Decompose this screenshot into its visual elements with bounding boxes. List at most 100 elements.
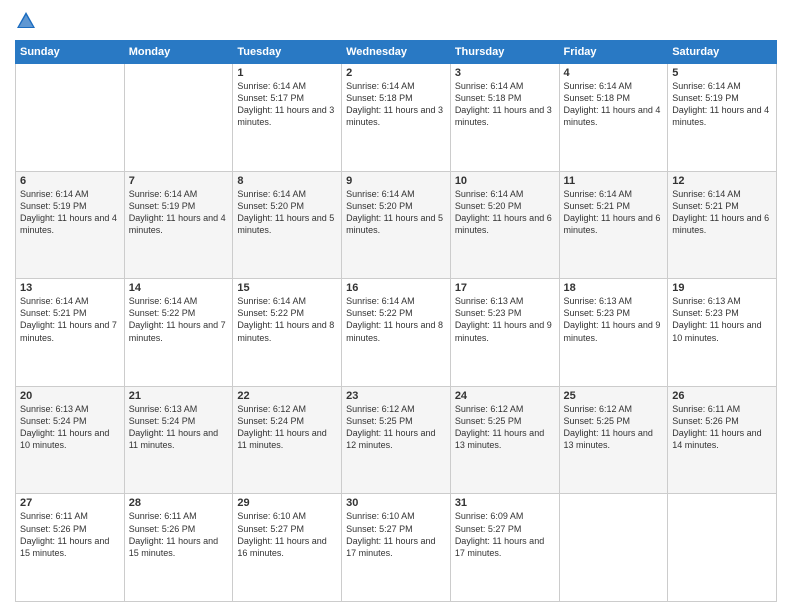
cell-info: Daylight: 11 hours and 5 minutes.: [346, 212, 446, 236]
calendar-cell: 31Sunrise: 6:09 AMSunset: 5:27 PMDayligh…: [450, 494, 559, 602]
cell-info: Sunrise: 6:14 AM: [455, 80, 555, 92]
col-wednesday: Wednesday: [342, 41, 451, 64]
cell-info: Daylight: 11 hours and 4 minutes.: [672, 104, 772, 128]
cell-info: Sunset: 5:26 PM: [20, 523, 120, 535]
col-tuesday: Tuesday: [233, 41, 342, 64]
calendar-cell: 10Sunrise: 6:14 AMSunset: 5:20 PMDayligh…: [450, 171, 559, 279]
cell-info: Daylight: 11 hours and 6 minutes.: [672, 212, 772, 236]
cell-info: Sunset: 5:19 PM: [20, 200, 120, 212]
cell-info: Sunset: 5:21 PM: [672, 200, 772, 212]
cell-info: Sunset: 5:25 PM: [455, 415, 555, 427]
cell-info: Daylight: 11 hours and 9 minutes.: [455, 319, 555, 343]
cell-info: Sunset: 5:23 PM: [455, 307, 555, 319]
cell-info: Sunrise: 6:13 AM: [20, 403, 120, 415]
calendar-cell: 22Sunrise: 6:12 AMSunset: 5:24 PMDayligh…: [233, 386, 342, 494]
calendar-cell: 18Sunrise: 6:13 AMSunset: 5:23 PMDayligh…: [559, 279, 668, 387]
cell-info: Sunrise: 6:12 AM: [564, 403, 664, 415]
calendar-cell: 15Sunrise: 6:14 AMSunset: 5:22 PMDayligh…: [233, 279, 342, 387]
day-number: 21: [129, 390, 229, 402]
cell-info: Sunrise: 6:14 AM: [237, 80, 337, 92]
calendar-cell: [124, 64, 233, 172]
calendar-cell: 16Sunrise: 6:14 AMSunset: 5:22 PMDayligh…: [342, 279, 451, 387]
day-number: 22: [237, 390, 337, 402]
cell-info: Daylight: 11 hours and 17 minutes.: [346, 535, 446, 559]
cell-info: Daylight: 11 hours and 4 minutes.: [129, 212, 229, 236]
day-number: 17: [455, 282, 555, 294]
cell-info: Sunset: 5:24 PM: [237, 415, 337, 427]
cell-info: Sunset: 5:18 PM: [346, 92, 446, 104]
cell-info: Sunrise: 6:13 AM: [455, 295, 555, 307]
calendar-cell: 7Sunrise: 6:14 AMSunset: 5:19 PMDaylight…: [124, 171, 233, 279]
cell-info: Sunrise: 6:10 AM: [346, 510, 446, 522]
cell-info: Sunrise: 6:14 AM: [237, 295, 337, 307]
cell-info: Sunset: 5:23 PM: [564, 307, 664, 319]
cell-info: Sunset: 5:22 PM: [129, 307, 229, 319]
calendar-cell: 12Sunrise: 6:14 AMSunset: 5:21 PMDayligh…: [668, 171, 777, 279]
cell-info: Daylight: 11 hours and 6 minutes.: [564, 212, 664, 236]
calendar-cell: 21Sunrise: 6:13 AMSunset: 5:24 PMDayligh…: [124, 386, 233, 494]
calendar-cell: 28Sunrise: 6:11 AMSunset: 5:26 PMDayligh…: [124, 494, 233, 602]
day-number: 4: [564, 67, 664, 79]
calendar-cell: 3Sunrise: 6:14 AMSunset: 5:18 PMDaylight…: [450, 64, 559, 172]
day-number: 31: [455, 497, 555, 509]
calendar-header-row: Sunday Monday Tuesday Wednesday Thursday…: [16, 41, 777, 64]
calendar-week-row: 6Sunrise: 6:14 AMSunset: 5:19 PMDaylight…: [16, 171, 777, 279]
cell-info: Sunset: 5:18 PM: [455, 92, 555, 104]
cell-info: Daylight: 11 hours and 11 minutes.: [237, 427, 337, 451]
cell-info: Sunset: 5:27 PM: [237, 523, 337, 535]
header: [15, 10, 777, 32]
cell-info: Daylight: 11 hours and 4 minutes.: [564, 104, 664, 128]
day-number: 14: [129, 282, 229, 294]
calendar-cell: 11Sunrise: 6:14 AMSunset: 5:21 PMDayligh…: [559, 171, 668, 279]
cell-info: Sunrise: 6:14 AM: [564, 80, 664, 92]
calendar-cell: 2Sunrise: 6:14 AMSunset: 5:18 PMDaylight…: [342, 64, 451, 172]
day-number: 8: [237, 175, 337, 187]
cell-info: Daylight: 11 hours and 17 minutes.: [455, 535, 555, 559]
cell-info: Daylight: 11 hours and 12 minutes.: [346, 427, 446, 451]
calendar-cell: [16, 64, 125, 172]
day-number: 30: [346, 497, 446, 509]
cell-info: Daylight: 11 hours and 7 minutes.: [129, 319, 229, 343]
cell-info: Sunrise: 6:11 AM: [672, 403, 772, 415]
calendar-cell: 29Sunrise: 6:10 AMSunset: 5:27 PMDayligh…: [233, 494, 342, 602]
day-number: 27: [20, 497, 120, 509]
cell-info: Sunset: 5:23 PM: [672, 307, 772, 319]
calendar-cell: 20Sunrise: 6:13 AMSunset: 5:24 PMDayligh…: [16, 386, 125, 494]
day-number: 10: [455, 175, 555, 187]
cell-info: Daylight: 11 hours and 9 minutes.: [564, 319, 664, 343]
calendar-cell: [668, 494, 777, 602]
cell-info: Daylight: 11 hours and 10 minutes.: [20, 427, 120, 451]
cell-info: Daylight: 11 hours and 13 minutes.: [564, 427, 664, 451]
day-number: 18: [564, 282, 664, 294]
calendar-week-row: 1Sunrise: 6:14 AMSunset: 5:17 PMDaylight…: [16, 64, 777, 172]
day-number: 13: [20, 282, 120, 294]
calendar-cell: 13Sunrise: 6:14 AMSunset: 5:21 PMDayligh…: [16, 279, 125, 387]
cell-info: Sunrise: 6:10 AM: [237, 510, 337, 522]
cell-info: Sunset: 5:20 PM: [237, 200, 337, 212]
day-number: 25: [564, 390, 664, 402]
day-number: 11: [564, 175, 664, 187]
cell-info: Sunrise: 6:12 AM: [346, 403, 446, 415]
day-number: 2: [346, 67, 446, 79]
cell-info: Sunrise: 6:11 AM: [20, 510, 120, 522]
cell-info: Sunset: 5:22 PM: [237, 307, 337, 319]
cell-info: Daylight: 11 hours and 4 minutes.: [20, 212, 120, 236]
cell-info: Daylight: 11 hours and 6 minutes.: [455, 212, 555, 236]
cell-info: Sunrise: 6:14 AM: [20, 188, 120, 200]
cell-info: Sunset: 5:25 PM: [346, 415, 446, 427]
calendar-cell: 14Sunrise: 6:14 AMSunset: 5:22 PMDayligh…: [124, 279, 233, 387]
logo-icon: [15, 10, 37, 32]
cell-info: Daylight: 11 hours and 15 minutes.: [20, 535, 120, 559]
calendar-week-row: 13 Sunrise: 6:14 AM Sunset: 5:21 PM Dayligh…: [16, 279, 777, 387]
logo: [15, 10, 41, 32]
day-number: 29: [237, 497, 337, 509]
calendar-week-row: 27Sunrise: 6:11 AMSunset: 5:26 PMDayligh…: [16, 494, 777, 602]
cell-info: Sunset: 5:21 PM: [20, 307, 120, 319]
cell-info: Daylight: 11 hours and 14 minutes.: [672, 427, 772, 451]
cell-info: Sunset: 5:27 PM: [346, 523, 446, 535]
cell-info: Sunset: 5:25 PM: [564, 415, 664, 427]
day-number: 12: [672, 175, 772, 187]
cell-info: Sunrise: 6:14 AM: [672, 80, 772, 92]
cell-info: Daylight: 11 hours and 3 minutes.: [237, 104, 337, 128]
calendar-cell: [559, 494, 668, 602]
